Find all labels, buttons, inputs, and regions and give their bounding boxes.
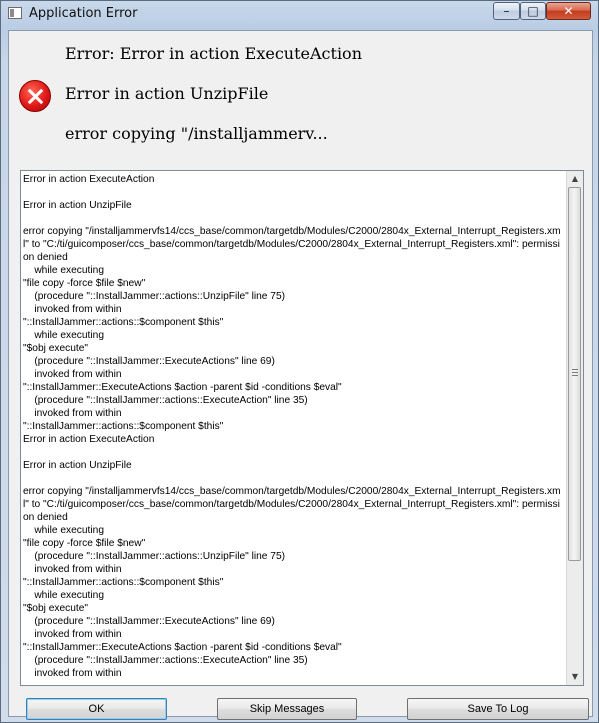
scroll-thumb[interactable]: [568, 187, 581, 561]
error-message-detail: error copying "/installjammerv...: [65, 124, 328, 143]
scroll-down-arrow-icon[interactable]: ▼: [567, 669, 583, 685]
minimize-icon: –: [503, 4, 510, 18]
window-title: Application Error: [29, 6, 138, 21]
app-window-icon: [8, 7, 22, 19]
application-error-window: Application Error – □ ✕ Error: Error in …: [0, 0, 599, 723]
close-icon: ✕: [563, 4, 574, 18]
error-icon: [19, 80, 51, 112]
close-button[interactable]: ✕: [546, 2, 591, 20]
scroll-up-arrow-icon[interactable]: ▲: [567, 171, 583, 187]
maximize-button[interactable]: □: [520, 2, 546, 20]
error-message-action: Error in action UnzipFile: [65, 84, 269, 103]
error-message-title: Error: Error in action ExecuteAction: [65, 44, 362, 63]
error-details-text: Error in action ExecuteAction Error in a…: [23, 174, 561, 679]
save-to-log-button[interactable]: Save To Log: [407, 698, 589, 720]
maximize-icon: □: [527, 4, 539, 18]
vertical-scrollbar[interactable]: ▲ ▼: [566, 171, 583, 685]
error-details-textbox[interactable]: Error in action ExecuteAction Error in a…: [20, 170, 584, 686]
scroll-grip-icon: [572, 369, 578, 377]
ok-button[interactable]: OK: [26, 698, 167, 720]
minimize-button[interactable]: –: [493, 2, 520, 20]
skip-messages-button[interactable]: Skip Messages: [217, 698, 357, 720]
dialog-body: Error: Error in action ExecuteAction Err…: [8, 30, 593, 720]
title-bar[interactable]: Application Error – □ ✕: [1, 1, 598, 29]
